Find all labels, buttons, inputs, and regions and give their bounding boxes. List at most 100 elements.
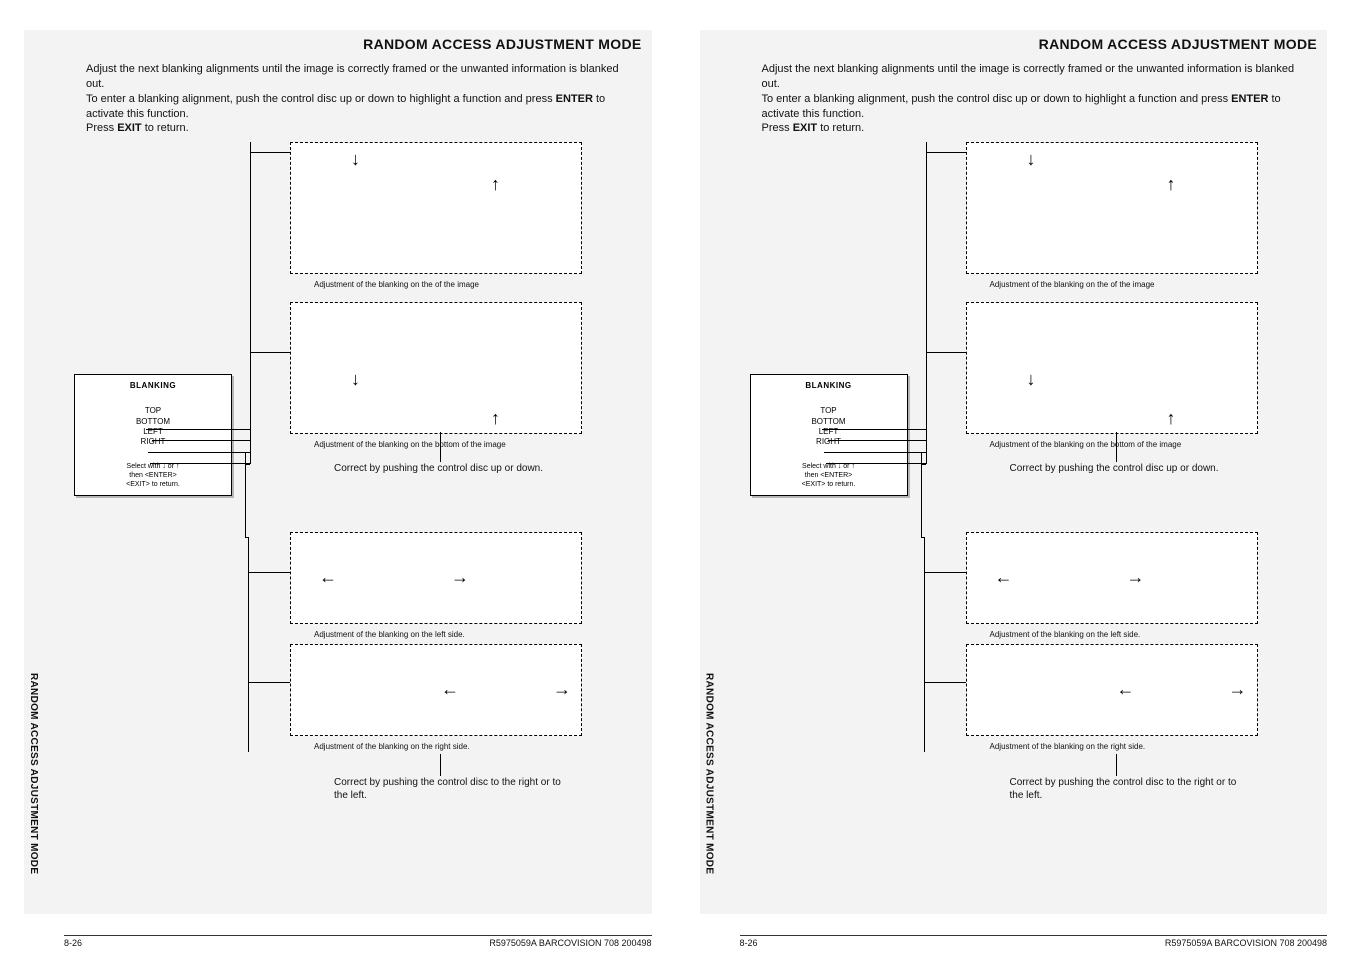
page-number: 8-26 [64, 938, 82, 948]
menu-item-right: RIGHT [759, 437, 899, 447]
side-running-title: RANDOM ACCESS ADJUSTMENT MODE [28, 673, 39, 874]
branch-bottom [250, 352, 290, 353]
caption-bottom: Adjustment of the blanking on the bottom… [990, 440, 1260, 450]
intro-line1: Adjust the next blanking alignments unti… [86, 63, 619, 90]
intro-text: Adjust the next blanking alignments unti… [30, 62, 646, 142]
side-running-title: RANDOM ACCESS ADJUSTMENT MODE [704, 673, 715, 874]
page-footer: 8-26 R5975059A BARCOVISION 708 200498 [24, 935, 652, 948]
page-bleed: RANDOM ACCESS ADJUSTMENT MODE Adjust the… [700, 30, 1328, 914]
arrow-right-icon: → [451, 567, 469, 588]
caption-left: Adjustment of the blanking on the left s… [314, 630, 574, 640]
blanking-menu-box: BLANKING TOP BOTTOM LEFT RIGHT Select wi… [750, 374, 908, 496]
arrow-up-icon: ↑ [1167, 174, 1176, 195]
connector-bottom [152, 440, 250, 441]
branch-top [250, 152, 290, 153]
connector-bottom [828, 440, 926, 441]
branch-right [924, 682, 966, 683]
arrow-right-icon: → [1127, 567, 1145, 588]
page-title: RANDOM ACCESS ADJUSTMENT MODE [706, 34, 1322, 62]
top-blank-box: ↓ ↑ [290, 142, 582, 274]
intro-enter: ENTER [1231, 93, 1268, 105]
intro-text: Adjust the next blanking alignments unti… [706, 62, 1322, 142]
trunk-vert-2 [248, 537, 249, 752]
left-blank-box: ← → [290, 532, 582, 624]
instr-horizontal: Correct by pushing the control disc to t… [334, 776, 564, 802]
intro-exit: EXIT [793, 122, 817, 134]
blanking-menu-box: BLANKING TOP BOTTOM LEFT RIGHT Select wi… [74, 374, 232, 496]
caption-bottom: Adjustment of the blanking on the bottom… [314, 440, 584, 450]
arrow-left-icon: ← [441, 679, 459, 700]
arrow-left-icon: ← [319, 567, 337, 588]
connector-top [146, 429, 250, 430]
intro-line3a: Press [762, 122, 793, 134]
menu-item-top: TOP [759, 406, 899, 416]
arrow-left-icon: ← [995, 567, 1013, 588]
menu-footer: Select with ↓ or ↑ then <ENTER> <EXIT> t… [83, 462, 223, 489]
connector-left [148, 452, 250, 453]
arrow-up-icon: ↑ [491, 408, 500, 429]
tick-vert2 [1116, 754, 1117, 776]
menu-item-bottom: BOTTOM [759, 417, 899, 427]
menu-foot2: then <ENTER> [759, 471, 899, 480]
arrow-right-icon: → [1229, 679, 1247, 700]
bottom-blank-box: ↓ ↑ [966, 302, 1258, 434]
bottom-blank-box: ↓ ↑ [290, 302, 582, 434]
instr-vertical: Correct by pushing the control disc up o… [1010, 462, 1240, 475]
intro-line3c: to return. [817, 122, 864, 134]
menu-foot2: then <ENTER> [83, 471, 223, 480]
menu-title: BLANKING [759, 381, 899, 390]
menu-items: TOP BOTTOM LEFT RIGHT [759, 406, 899, 448]
branch-bottom [926, 352, 966, 353]
arrow-down-icon: ↓ [351, 369, 360, 390]
arrow-down-icon: ↓ [1027, 149, 1036, 170]
branch-left [248, 572, 290, 573]
menu-foot3: <EXIT> to return. [759, 480, 899, 489]
left-blank-box: ← → [966, 532, 1258, 624]
trunk-vert [250, 142, 251, 464]
menu-footer: Select with ↓ or ↑ then <ENTER> <EXIT> t… [759, 462, 899, 489]
doc-ref: R5975059A BARCOVISION 708 200498 [1165, 938, 1327, 948]
arrow-up-icon: ↑ [491, 174, 500, 195]
tick-vert1 [1116, 432, 1117, 462]
arrow-up-icon: ↑ [1167, 408, 1176, 429]
branch-left [924, 572, 966, 573]
arrow-down-icon: ↓ [1027, 369, 1036, 390]
left-page: RANDOM ACCESS ADJUSTMENT MODE Adjust the… [0, 0, 676, 954]
page-bleed: RANDOM ACCESS ADJUSTMENT MODE Adjust the… [24, 30, 652, 914]
link-lr-v [921, 452, 922, 538]
caption-right: Adjustment of the blanking on the right … [990, 742, 1250, 752]
menu-item-right: RIGHT [83, 437, 223, 447]
intro-line3a: Press [86, 122, 117, 134]
caption-top: Adjustment of the blanking on the of the… [314, 280, 574, 290]
menu-item-bottom: BOTTOM [83, 417, 223, 427]
caption-top: Adjustment of the blanking on the of the… [990, 280, 1250, 290]
right-blank-box: ← → [966, 644, 1258, 736]
right-page: RANDOM ACCESS ADJUSTMENT MODE Adjust the… [676, 0, 1351, 954]
doc-ref: R5975059A BARCOVISION 708 200498 [489, 938, 651, 948]
intro-enter: ENTER [556, 93, 593, 105]
tick-vert2 [440, 754, 441, 776]
connector-right [150, 463, 250, 464]
intro-line1: Adjust the next blanking alignments unti… [762, 63, 1295, 90]
page-title: RANDOM ACCESS ADJUSTMENT MODE [30, 34, 646, 62]
intro-line2a: To enter a blanking alignment, push the … [86, 93, 556, 105]
link-lr-v [245, 452, 246, 538]
tick-vert1 [440, 432, 441, 462]
diagram-area: BLANKING TOP BOTTOM LEFT RIGHT Select wi… [746, 142, 1322, 862]
menu-foot3: <EXIT> to return. [83, 480, 223, 489]
page-footer: 8-26 R5975059A BARCOVISION 708 200498 [700, 935, 1328, 948]
arrow-right-icon: → [553, 679, 571, 700]
menu-item-top: TOP [83, 406, 223, 416]
trunk-vert-2 [924, 537, 925, 752]
right-blank-box: ← → [290, 644, 582, 736]
caption-left: Adjustment of the blanking on the left s… [990, 630, 1250, 640]
caption-right: Adjustment of the blanking on the right … [314, 742, 574, 752]
intro-line2a: To enter a blanking alignment, push the … [762, 93, 1232, 105]
menu-items: TOP BOTTOM LEFT RIGHT [83, 406, 223, 448]
connector-right [826, 463, 926, 464]
trunk-vert [926, 142, 927, 464]
instr-vertical: Correct by pushing the control disc up o… [334, 462, 564, 475]
arrow-left-icon: ← [1117, 679, 1135, 700]
branch-right [248, 682, 290, 683]
intro-exit: EXIT [117, 122, 141, 134]
